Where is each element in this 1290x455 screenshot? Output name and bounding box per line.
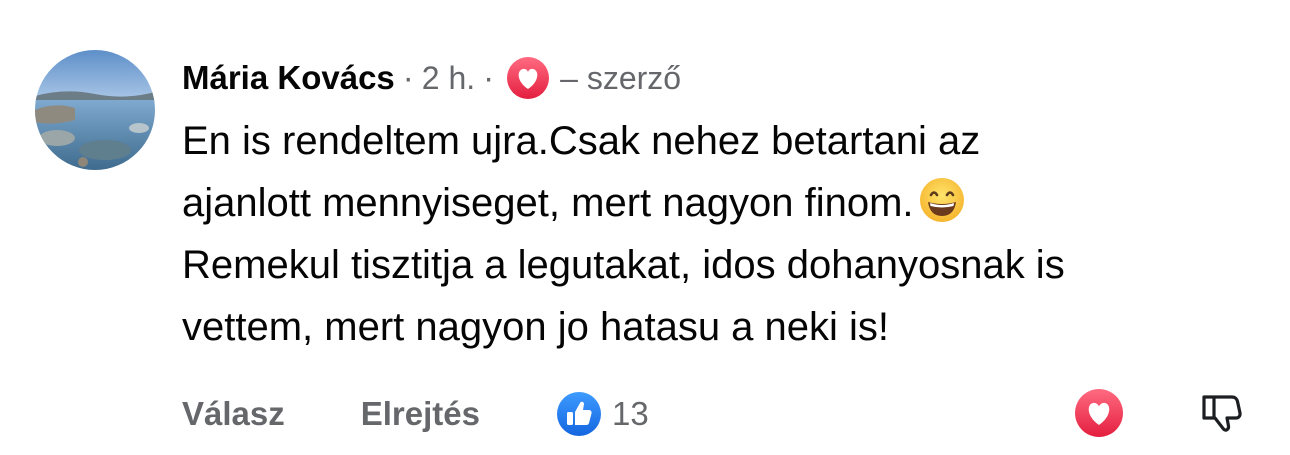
separator: ·: [483, 59, 495, 96]
author-name[interactable]: Mária Kovács: [182, 59, 395, 97]
comment-line: Remekul tisztitja a legutakat, idos doha…: [182, 243, 1065, 287]
comment-actions: Válasz Elrejtés 13: [182, 388, 649, 440]
comment-line: vettem, mert nagyon jo hatasu a neki is!: [182, 305, 890, 349]
separator: ·: [402, 59, 414, 96]
comment-line-with-emoji: ajanlott mennyiseget, mert nagyon finom.: [182, 172, 1242, 234]
thumbs-down-icon[interactable]: [1196, 387, 1248, 439]
heart-outline-icon[interactable]: [1073, 387, 1125, 439]
reply-button[interactable]: Válasz: [182, 395, 285, 433]
comment: Mária Kovács · 2 h. · – szerző En is ren…: [0, 0, 1290, 455]
comment-text: En is rendeltem ujra.Csak nehez betartan…: [182, 110, 1242, 358]
grinning-face-icon: [918, 176, 966, 224]
avatar[interactable]: [35, 50, 155, 170]
author-role: – szerző: [560, 59, 682, 96]
comment-line: En is rendeltem ujra.Csak nehez betartan…: [182, 119, 981, 163]
thumbs-up-icon: [556, 391, 602, 437]
like-count: 13: [612, 395, 649, 432]
reaction-summary[interactable]: 13: [556, 391, 649, 437]
heart-icon: [506, 56, 550, 100]
comment-header: Mária Kovács · 2 h. · – szerző: [182, 56, 681, 100]
hide-button[interactable]: Elrejtés: [361, 395, 480, 433]
comment-line: ajanlott mennyiseget, mert nagyon finom.: [182, 181, 914, 225]
timestamp[interactable]: 2 h.: [422, 60, 475, 97]
